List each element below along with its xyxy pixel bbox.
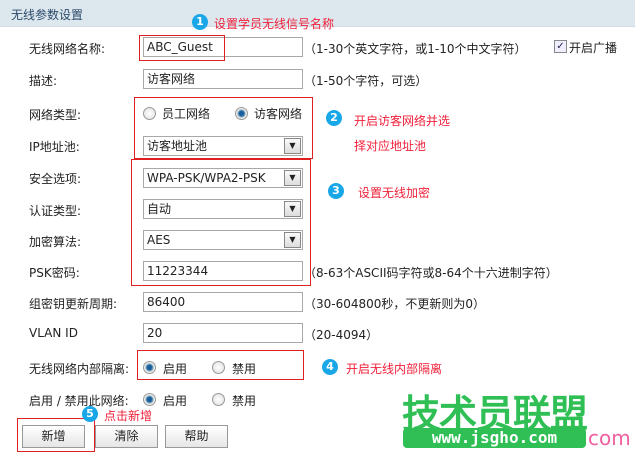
cipher-label: 加密算法: xyxy=(29,235,82,249)
highlight-box xyxy=(137,350,304,380)
annotation-text: 设置无线加密 xyxy=(358,186,431,200)
isolation-label: 无线网络内部隔离: xyxy=(29,362,130,376)
security-label: 安全选项: xyxy=(29,172,82,186)
psk-label: PSK密码: xyxy=(29,266,80,280)
step-badge: 2 xyxy=(326,110,342,126)
annotation-text: 点击新增 xyxy=(104,409,153,423)
annotation-text: 开启无线内部隔离 xyxy=(346,362,443,376)
vlan-label: VLAN ID xyxy=(29,326,78,340)
rekey-hint: （30-604800秒，不更新则为0） xyxy=(304,297,486,311)
desc-label: 描述: xyxy=(29,74,58,88)
clear-button[interactable]: 清除 xyxy=(95,425,158,448)
broadcast-checkbox[interactable]: ✓ xyxy=(554,40,567,53)
step-badge: 5 xyxy=(82,406,98,422)
ssid-label: 无线网络名称: xyxy=(29,42,106,56)
network-disable-label: 禁用 xyxy=(232,394,257,408)
section-title: 无线参数设置 xyxy=(11,8,84,22)
rekey-input[interactable]: 86400 xyxy=(143,292,303,312)
step-badge: 3 xyxy=(328,183,344,199)
desc-input[interactable]: 访客网络 xyxy=(143,69,303,89)
step-badge: 4 xyxy=(322,359,338,375)
ip-pool-label: IP地址池: xyxy=(29,140,80,154)
rekey-label: 组密钥更新周期: xyxy=(29,297,118,311)
vlan-input[interactable]: 20 xyxy=(143,323,303,343)
net-type-label: 网络类型: xyxy=(29,108,82,122)
network-enable-radio[interactable] xyxy=(143,393,156,406)
annotation-text: 开启访客网络并选 xyxy=(354,114,451,128)
auth-label: 认证类型: xyxy=(29,204,82,218)
psk-hint: （8-63个ASCII码字符或8-64个十六进制字符） xyxy=(304,266,558,280)
vlan-hint: （20-4094） xyxy=(304,328,379,342)
highlight-box xyxy=(134,97,313,159)
network-enable-label: 启用 xyxy=(163,394,188,408)
highlight-box xyxy=(139,35,225,61)
step-badge: 1 xyxy=(192,14,208,30)
watermark-url: www.jsgho.com xyxy=(403,428,586,448)
annotation-text: 择对应地址池 xyxy=(354,139,427,153)
broadcast-label: 开启广播 xyxy=(569,41,618,55)
network-disable-radio[interactable] xyxy=(212,393,225,406)
highlight-box xyxy=(131,159,311,286)
highlight-box xyxy=(17,418,95,452)
help-button[interactable]: 帮助 xyxy=(165,425,228,448)
watermark-suffix: com xyxy=(588,426,631,450)
annotation-text: 设置学员无线信号名称 xyxy=(214,17,335,31)
desc-hint: （1-50个字符，可选） xyxy=(304,74,428,88)
ssid-hint: （1-30个英文字符，或1-10个中文字符） xyxy=(304,42,527,56)
